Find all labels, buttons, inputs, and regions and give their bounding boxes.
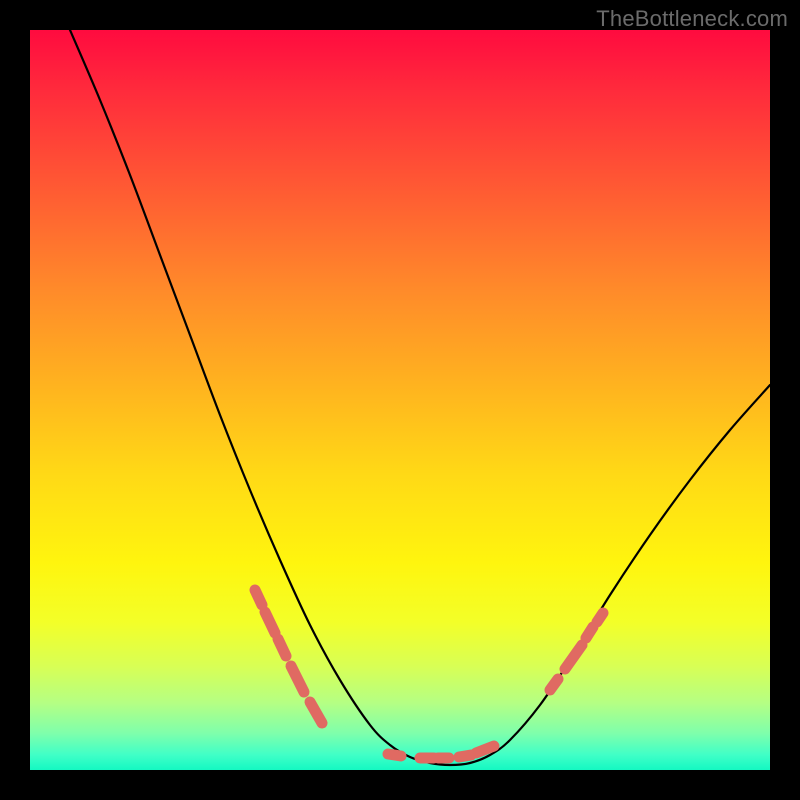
chart-stage: TheBottleneck.com — [0, 0, 800, 800]
dash-segment — [476, 746, 494, 753]
dash-segment — [291, 666, 304, 692]
dash-segment — [265, 612, 275, 633]
dash-segment — [565, 645, 582, 669]
dash-segment — [550, 679, 558, 690]
dash-segment — [459, 755, 471, 757]
watermark-text: TheBottleneck.com — [596, 6, 788, 32]
dash-overlay-group — [255, 590, 603, 758]
dash-segment — [597, 613, 603, 622]
bottleneck-curve — [70, 30, 770, 765]
curve-layer — [30, 30, 770, 770]
plot-area — [30, 30, 770, 770]
dash-segment — [310, 702, 322, 723]
dash-segment — [388, 754, 401, 756]
dash-segment — [278, 639, 286, 656]
dash-segment — [255, 590, 262, 605]
dash-segment — [586, 627, 593, 638]
